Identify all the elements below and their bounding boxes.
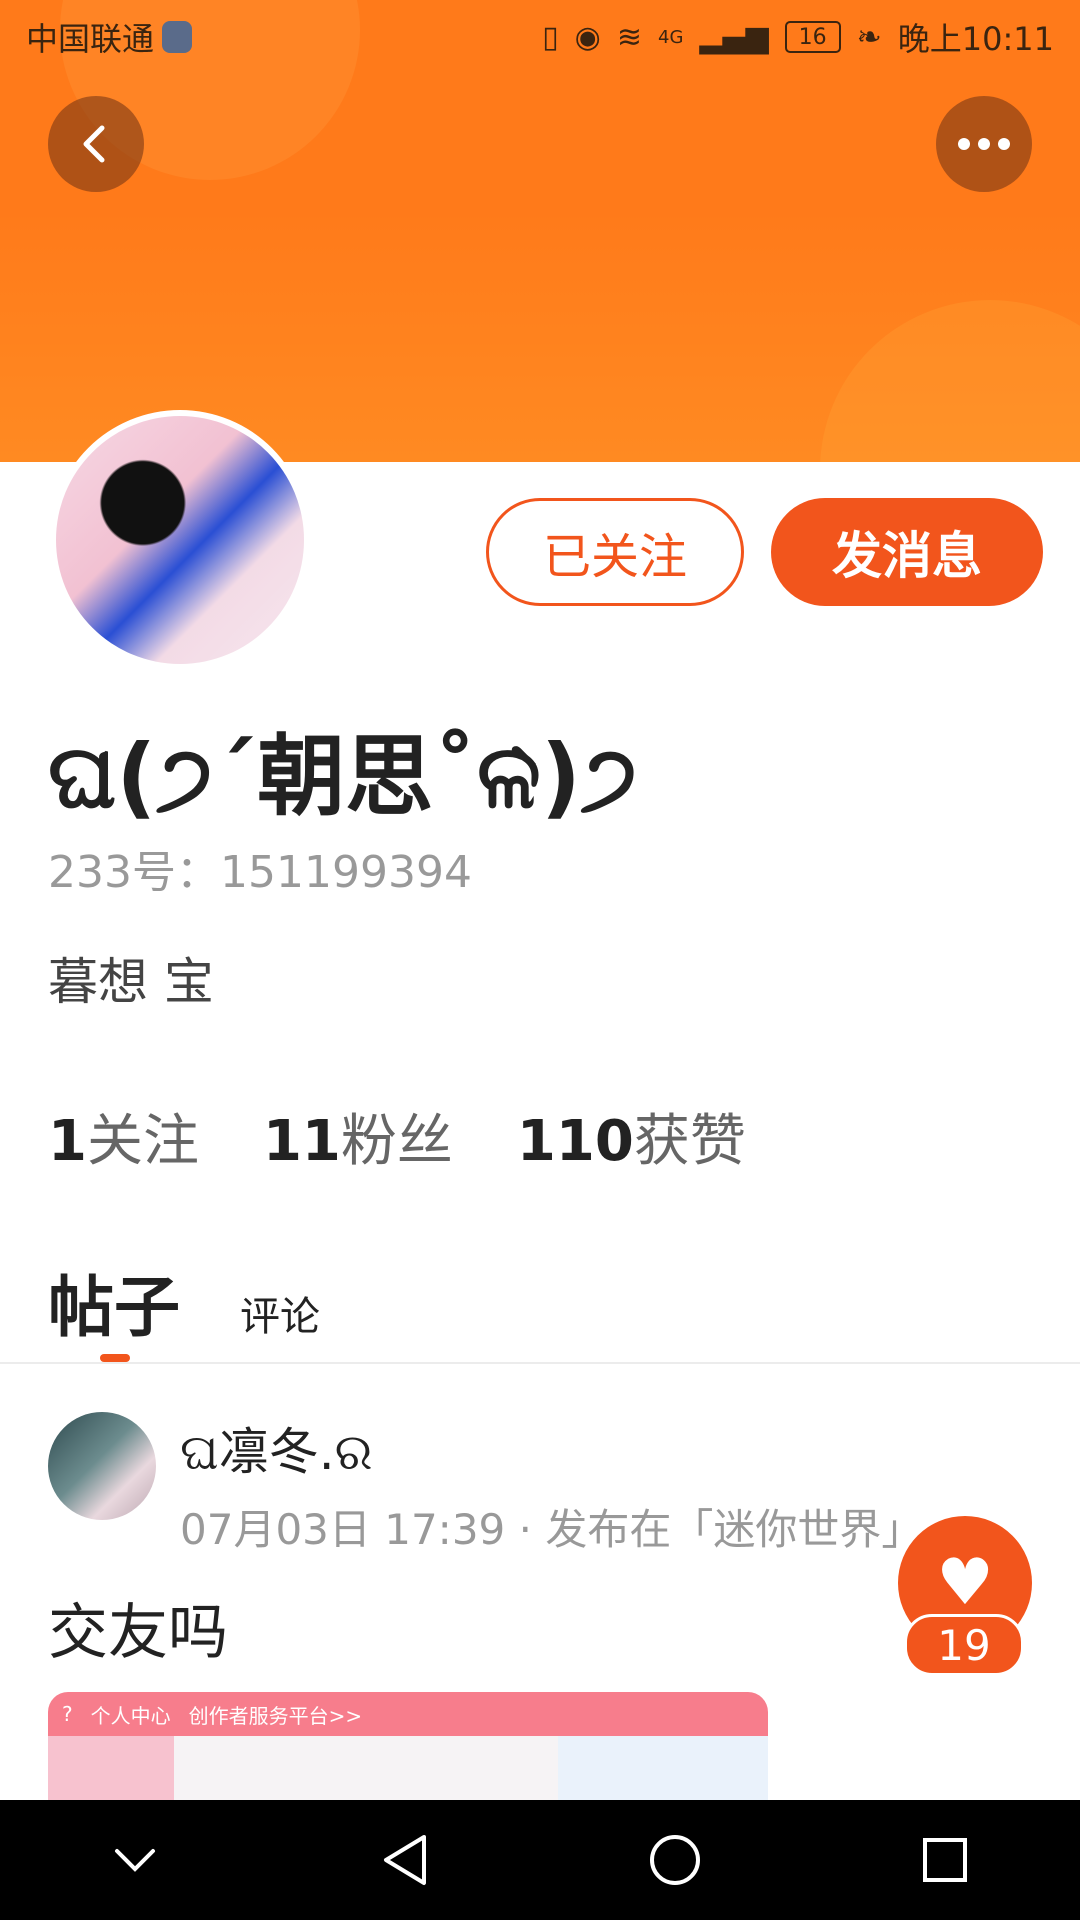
shield-icon [162,21,193,53]
nav-hide-button[interactable] [75,1800,195,1920]
banner-decoration [820,300,1080,462]
network-type: 4G [658,26,684,48]
heart-icon: ♥ [936,1546,994,1620]
post-text[interactable]: 交友吗 [48,1584,228,1671]
vibrate-icon: ▯ [542,19,559,55]
follow-button[interactable]: 已关注 [486,498,744,606]
post-image-profile [558,1736,768,1802]
battery-level: 16 [798,24,827,50]
post-meta: 07月03日 17:39 · 发布在「迷你世界」 [180,1505,924,1554]
divider [0,1362,1080,1364]
user-id-value: 151199394 [219,847,472,898]
status-bar: 中国联通 ▯ ◉ ≋ 4G ▂▄▆ 16 ❧ 晚上10:11 [0,0,1080,74]
signal-icon: ▂▄▆ [699,19,769,55]
nickname: ଘ(੭ˊ朝思˚ଳ̀)੭ [48,725,638,828]
help-icon: ? [62,1702,73,1726]
nav-home-button[interactable] [615,1800,735,1920]
profile-stats: 1关注 11粉丝 110获赞 [48,1096,746,1177]
post-image-sidebar [48,1736,174,1802]
post-image-body [48,1736,768,1802]
triangle-back-icon [384,1835,426,1885]
wifi-icon: ≋ [616,19,642,55]
like-count: 19 [904,1614,1024,1676]
user-id: 233号：151199394 [48,836,472,900]
nav-recents-button[interactable] [885,1800,1005,1920]
nav-back-button[interactable] [345,1800,465,1920]
user-id-label: 233号： [48,847,220,898]
stat-following[interactable]: 1关注 [48,1096,199,1177]
leaf-icon: ❧ [856,19,882,55]
stat-likes[interactable]: 110获赞 [517,1096,746,1177]
post-image[interactable]: ? 个人中心 创作者服务平台>> [48,1692,768,1802]
square-recents-icon [923,1838,967,1882]
post-author-avatar[interactable] [48,1412,156,1520]
tab-comments[interactable]: 评论 [240,1284,320,1350]
message-button[interactable]: 发消息 [771,498,1043,606]
more-dots-icon [958,138,1010,150]
post-author-name[interactable]: ଘ凛冬.ର [180,1412,373,1484]
avatar-image [56,416,304,664]
tab-indicator [100,1354,130,1362]
battery-icon: 16 [784,21,841,53]
clock: 晚上10:11 [897,20,1054,58]
stat-fans[interactable]: 11粉丝 [263,1096,453,1177]
post-image-subtitle: 创作者服务平台>> [188,1703,363,1728]
eye-icon: ◉ [574,19,601,55]
bio: 暮想 宝 [48,953,214,1011]
chevron-down-icon [115,1849,155,1872]
more-button[interactable] [936,96,1032,192]
tab-posts[interactable]: 帖子 [48,1254,180,1350]
carrier-label: 中国联通 [26,20,155,58]
back-arrow-icon [83,125,105,163]
system-nav-bar [0,1800,1080,1920]
avatar[interactable] [50,410,310,670]
back-button[interactable] [48,96,144,192]
content-tabs: 帖子 评论 [48,1254,320,1350]
post-image-header: ? 个人中心 创作者服务平台>> [48,1692,768,1736]
circle-home-icon [650,1835,700,1885]
post-image-title: 个人中心 [90,1703,171,1728]
